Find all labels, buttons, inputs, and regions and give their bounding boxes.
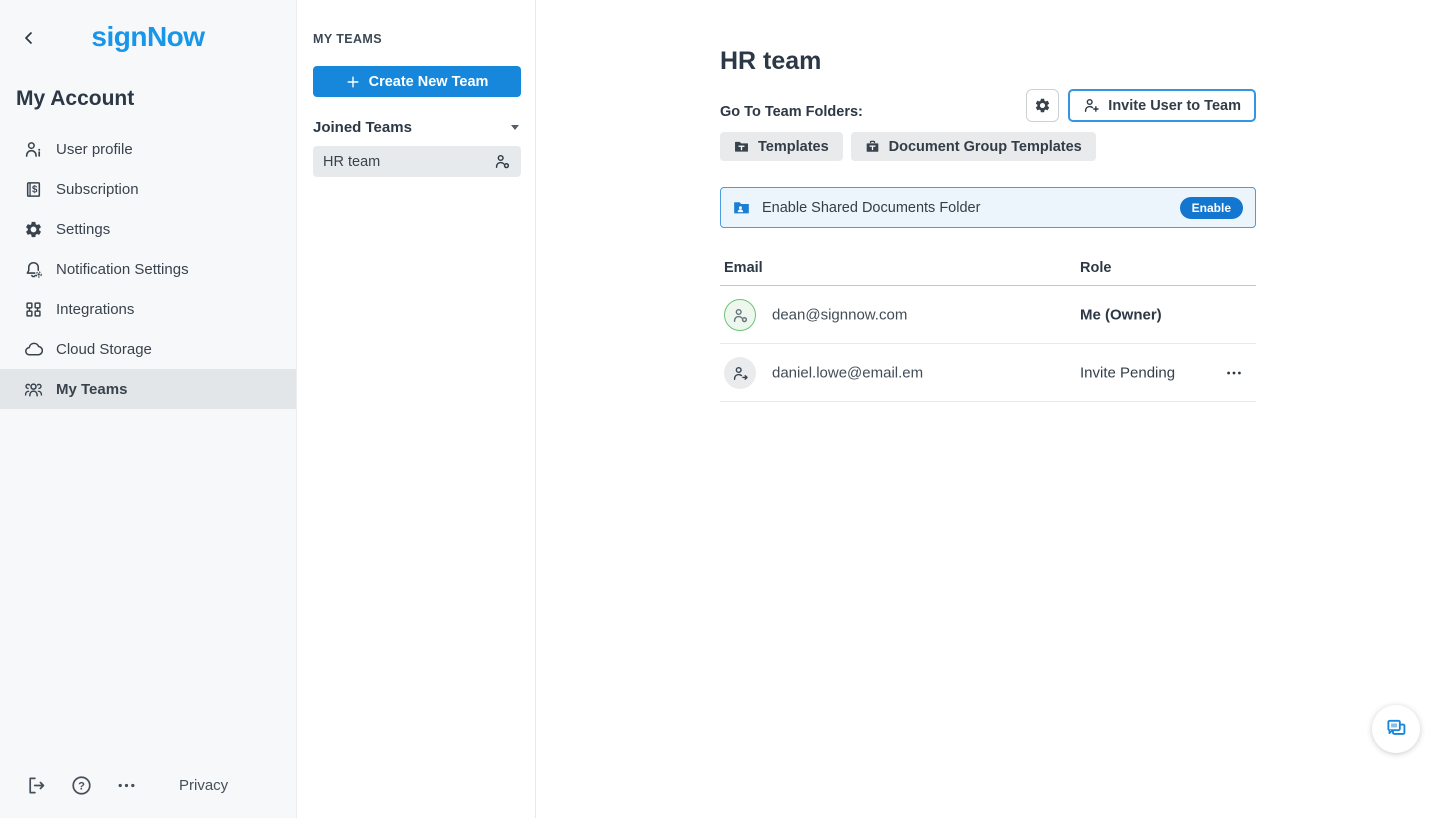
shared-folder-icon xyxy=(733,199,750,216)
plus-icon xyxy=(346,75,360,89)
caret-down-icon xyxy=(511,125,519,130)
chat-windows-icon xyxy=(1384,717,1409,742)
member-email: dean@signnow.com xyxy=(772,306,907,323)
signnow-logo: signNow xyxy=(0,21,296,53)
people-group-icon xyxy=(24,380,43,399)
table-header-row: Email Role xyxy=(720,256,1256,286)
shared-documents-banner-text: Enable Shared Documents Folder xyxy=(762,200,1180,216)
sidebar-item-label: Notification Settings xyxy=(56,261,189,278)
sidebar-item-label: Subscription xyxy=(56,181,139,198)
bell-gear-icon xyxy=(24,260,43,279)
sidebar-item-integrations[interactable]: Integrations xyxy=(0,289,296,329)
document-group-templates-label: Document Group Templates xyxy=(889,139,1082,155)
sidebar-item-label: My Teams xyxy=(56,381,127,398)
page-title: My Account xyxy=(16,87,134,111)
person-plus-icon xyxy=(1083,97,1100,114)
team-header-actions: Invite User to Team xyxy=(1026,89,1256,122)
help-button[interactable] xyxy=(71,775,92,796)
account-nav: User profile Subscription Settings Notif… xyxy=(0,129,296,409)
sidebar-item-settings[interactable]: Settings xyxy=(0,209,296,249)
subscription-icon xyxy=(24,180,43,199)
live-chat-button[interactable] xyxy=(1372,705,1420,753)
document-group-templates-button[interactable]: Document Group Templates xyxy=(851,132,1096,161)
gear-icon xyxy=(24,220,43,239)
ellipsis-icon xyxy=(116,775,137,796)
user-profile-icon xyxy=(24,140,43,159)
table-row: dean@signnow.com Me (Owner) xyxy=(720,286,1256,344)
invite-user-button[interactable]: Invite User to Team xyxy=(1068,89,1256,122)
help-icon xyxy=(71,775,92,796)
joined-teams-label: Joined Teams xyxy=(313,119,412,136)
cloud-icon xyxy=(24,340,43,359)
table-row: daniel.lowe@email.em Invite Pending xyxy=(720,344,1256,402)
create-new-team-label: Create New Team xyxy=(369,74,489,90)
logout-button[interactable] xyxy=(26,775,47,796)
invite-user-label: Invite User to Team xyxy=(1108,98,1241,114)
sidebar-item-my-teams[interactable]: My Teams xyxy=(0,369,296,409)
joined-teams-toggle[interactable]: Joined Teams xyxy=(313,119,519,136)
sidebar-item-label: Settings xyxy=(56,221,110,238)
templates-folder-label: Templates xyxy=(758,139,829,155)
enable-shared-folder-button[interactable]: Enable xyxy=(1180,197,1243,219)
gear-icon xyxy=(1034,97,1051,114)
column-header-role: Role xyxy=(1080,260,1111,276)
invited-gray-avatar xyxy=(724,357,756,389)
team-members-table: Email Role dean@signnow.com Me (Owner) d… xyxy=(720,256,1256,402)
sidebar-item-label: Cloud Storage xyxy=(56,341,152,358)
ellipsis-icon xyxy=(1225,364,1243,382)
logout-icon xyxy=(26,775,47,796)
team-name: HR team xyxy=(323,154,494,170)
sidebar-item-label: User profile xyxy=(56,141,133,158)
row-menu-button[interactable] xyxy=(1220,359,1248,387)
my-teams-panel: MY TEAMS Create New Team Joined Teams HR… xyxy=(296,0,536,818)
privacy-link[interactable]: Privacy xyxy=(179,777,228,794)
member-icon xyxy=(732,307,749,324)
team-detail-main: HR team Invite User to Team Go To Team F… xyxy=(536,0,1440,818)
document-group-templates-icon xyxy=(865,139,880,154)
integrations-icon xyxy=(24,300,43,319)
sidebar-item-user-profile[interactable]: User profile xyxy=(0,129,296,169)
member-email: daniel.lowe@email.em xyxy=(772,364,923,381)
sidebar-footer: Privacy xyxy=(26,775,228,796)
team-folder-buttons: Templates Document Group Templates xyxy=(720,132,1256,161)
shared-documents-banner: Enable Shared Documents Folder Enable xyxy=(720,187,1256,228)
more-options-button[interactable] xyxy=(116,775,137,796)
panel-title: MY TEAMS xyxy=(313,32,382,46)
account-sidebar: signNow My Account User profile Subscrip… xyxy=(0,0,296,818)
team-settings-button[interactable] xyxy=(1026,89,1059,122)
team-list-item-hr-team[interactable]: HR team xyxy=(313,146,521,177)
sidebar-item-notification-settings[interactable]: Notification Settings xyxy=(0,249,296,289)
column-header-email: Email xyxy=(724,260,763,276)
sidebar-item-label: Integrations xyxy=(56,301,134,318)
sidebar-item-cloud-storage[interactable]: Cloud Storage xyxy=(0,329,296,369)
member-role: Me (Owner) xyxy=(1080,306,1162,323)
templates-folder-icon xyxy=(734,139,749,154)
sidebar-item-subscription[interactable]: Subscription xyxy=(0,169,296,209)
member-green-avatar xyxy=(724,299,756,331)
create-new-team-button[interactable]: Create New Team xyxy=(313,66,521,97)
templates-folder-button[interactable]: Templates xyxy=(720,132,843,161)
team-member-icon xyxy=(494,153,511,170)
team-title: HR team xyxy=(720,44,1256,78)
member-role: Invite Pending xyxy=(1080,364,1175,381)
app-window: signNow My Account User profile Subscrip… xyxy=(0,0,1440,818)
person-arrow-icon xyxy=(732,365,749,382)
